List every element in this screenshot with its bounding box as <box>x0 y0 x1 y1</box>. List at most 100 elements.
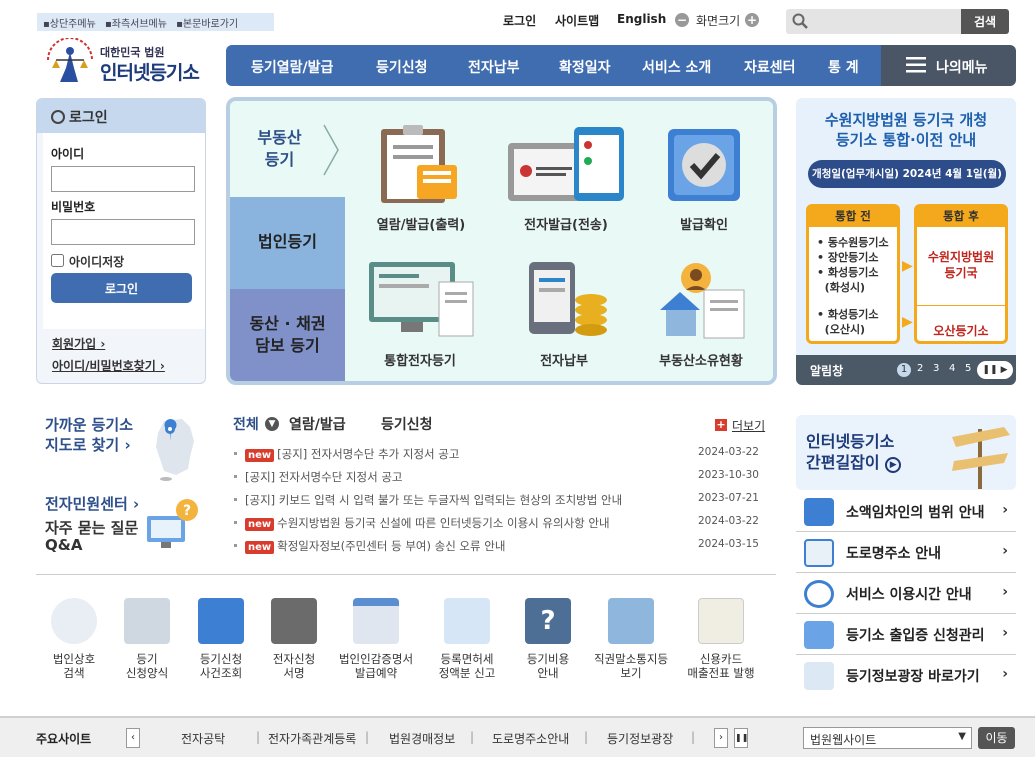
search-button[interactable]: 검색 <box>961 9 1009 34</box>
view-issue-item[interactable] <box>377 125 461 207</box>
notice-row[interactable]: [공지] 키보드 입력 시 입력 불가 또는 두글자씩 입력되는 현상의 조치방… <box>234 492 759 510</box>
id-input[interactable] <box>51 166 195 192</box>
tab-corporate-label: 법인등기 <box>258 232 317 251</box>
skip-link-content[interactable]: ▪본문바로가기 <box>176 19 241 30</box>
e-sign-item[interactable]: 전자신청 서명 <box>259 598 329 680</box>
nav-item-service-intro[interactable]: 서비스 소개 <box>642 57 711 77</box>
nav-item-resource[interactable]: 자료센터 <box>744 57 796 77</box>
service-hours-link[interactable]: 서비스 이용시간 안내 › <box>796 574 1016 614</box>
zoom-out-icon[interactable]: − <box>675 13 689 27</box>
e-issue-label[interactable]: 전자발급(전송) <box>506 214 626 233</box>
nav-item-register-apply[interactable]: 등기신청 <box>376 57 428 77</box>
seal-cert-reserve-item[interactable]: 법인인감증명서 발급예약 <box>332 598 420 680</box>
notice-row[interactable]: new 확정일자정보(주민센터 등 부여) 송신 오류 안내 2024-03-15 <box>234 538 759 556</box>
arrow-circle-icon: ▶ <box>885 457 902 473</box>
easy-guide-banner[interactable]: 인터넷등기소 간편길잡이 ▶ <box>796 415 1016 490</box>
banner-page-3[interactable]: 3 <box>933 363 939 374</box>
tab-real-estate[interactable]: 부동산 등기 <box>230 101 345 197</box>
banner-page-2[interactable]: 2 <box>917 363 923 374</box>
logo-title[interactable]: 인터넷등기소 <box>100 58 200 85</box>
register-fee-item[interactable]: ? 등기비용 안내 <box>513 598 583 680</box>
signpost-icon <box>952 427 1010 489</box>
e-payment-label[interactable]: 전자납부 <box>509 350 619 369</box>
icon-label-7: 직권말소통지등 보기 <box>593 652 669 680</box>
arrow-right-icon: ▶ <box>902 258 913 274</box>
my-menu-button[interactable]: 나의메뉴 <box>881 45 1016 86</box>
issue-verify-item[interactable] <box>666 125 742 207</box>
tab-corporate[interactable]: 법인등기 <box>230 197 345 289</box>
document-icon <box>444 598 490 644</box>
e-payment-item[interactable] <box>527 260 611 340</box>
view-issue-label[interactable]: 열람/발급(출력) <box>366 214 476 233</box>
prev-icon[interactable]: ‹ <box>126 728 140 748</box>
clipboard-icon <box>381 125 457 203</box>
join-link[interactable]: 회원가입 › <box>52 335 105 352</box>
site-select[interactable]: 법원웹사이트 ▼ <box>803 727 972 749</box>
register-form-item[interactable]: 등기 신청양식 <box>112 598 182 680</box>
footer-site-deposit[interactable]: 전자공탁 <box>181 730 225 747</box>
find-account-link[interactable]: 아이디/비밀번호찾기 › <box>52 357 165 374</box>
login-button[interactable]: 로그인 <box>51 273 192 303</box>
map-finder-link[interactable]: 가까운 등기소 지도로 찾기 › <box>45 415 133 455</box>
save-id-checkbox[interactable] <box>51 254 64 267</box>
pause-icon[interactable]: ❚❚ <box>734 728 748 748</box>
next-icon[interactable]: ▶ <box>1001 365 1008 375</box>
more-link[interactable]: 더보기 <box>732 417 765 434</box>
faq-link[interactable]: 자주 묻는 질문 Q&A <box>45 520 138 554</box>
nav-item-fixed-date[interactable]: 확정일자 <box>559 57 611 77</box>
footer-site-family[interactable]: 전자가족관계등록 <box>268 730 356 747</box>
footer-site-plaza[interactable]: 등기정보광장 <box>607 730 673 747</box>
cancel-notice-item[interactable]: 직권말소통지등 보기 <box>586 598 676 680</box>
login-title: 로그인 <box>69 110 108 126</box>
license-tax-item[interactable]: 등록면허세 정액분 신고 <box>432 598 502 680</box>
notice-row[interactable]: new 수원지방법원 등기국 신설에 따른 인터넷등기소 이용시 유의사항 안내 2… <box>234 515 759 533</box>
small-tenant-link[interactable]: 소액임차인의 범위 안내 › <box>796 492 1016 532</box>
next-icon[interactable]: › <box>714 728 728 748</box>
plus-icon: + <box>715 418 727 431</box>
footer-site-road[interactable]: 도로명주소안내 <box>492 730 569 747</box>
notice-tab-view[interactable]: 열람/발급 <box>289 414 346 434</box>
sitemap-link[interactable]: 사이트맵 <box>555 12 599 29</box>
register-plaza-link[interactable]: 등기정보광장 바로가기 › <box>796 656 1016 696</box>
login-form: 아이디 비밀번호 아이디저장 로그인 <box>43 133 205 329</box>
banner-page-4[interactable]: 4 <box>949 363 955 374</box>
integrated-e-register-label[interactable]: 통합전자등기 <box>360 350 480 369</box>
notice-tab-apply[interactable]: 등기신청 <box>381 414 433 434</box>
zoom-in-icon[interactable]: + <box>745 13 759 27</box>
password-input[interactable] <box>51 219 195 245</box>
nav-item-e-payment[interactable]: 전자납부 <box>468 57 520 77</box>
notice-tab-all[interactable]: 전체 <box>233 414 259 434</box>
integrated-e-register-item[interactable] <box>367 260 475 340</box>
road-address-link[interactable]: 도로명주소 안내 › <box>796 533 1016 573</box>
nav-item-register-view[interactable]: 등기열람/발급 <box>251 57 333 77</box>
tab-movable-collateral[interactable]: 동산 · 채권 담보 등기 <box>230 289 345 381</box>
issue-verify-label[interactable]: 발급확인 <box>654 214 754 233</box>
go-button[interactable]: 이동 <box>978 727 1015 749</box>
nav-item-stats[interactable]: 통 계 <box>828 57 859 77</box>
civil-center-link[interactable]: 전자민원센터 › <box>45 494 139 514</box>
banner-page-5[interactable]: 5 <box>965 363 971 374</box>
login-link[interactable]: 로그인 <box>503 12 536 29</box>
e-issue-item[interactable] <box>506 125 626 207</box>
skip-link-top-menu[interactable]: ▪상단주메뉴 <box>43 19 99 30</box>
skip-links: ▪상단주메뉴 ▪좌측서브메뉴 ▪본문바로가기 <box>37 13 274 31</box>
banner-page-1[interactable]: 1 <box>897 363 911 377</box>
notice-row[interactable]: [공지] 전자서명수단 지정서 공고 2023-10-30 <box>234 469 759 487</box>
pause-icon[interactable]: ❚❚ <box>982 365 997 375</box>
banner-footer: 알림창 1 2 3 4 5 ❚❚ ▶ <box>796 355 1016 385</box>
form-document-icon <box>124 598 170 644</box>
search-input[interactable] <box>786 9 961 34</box>
notice-banner[interactable]: 수원지방법원 등기국 개청 등기소 통합·이전 안내 개청일(업무개시일) 202… <box>796 98 1016 385</box>
real-estate-ownership-item[interactable] <box>658 260 748 340</box>
skip-link-side-menu[interactable]: ▪좌측서브메뉴 <box>105 19 170 30</box>
access-pass-link[interactable]: 등기소 출입증 신청관리 › <box>796 615 1016 655</box>
hamburger-icon <box>906 57 926 73</box>
corp-name-search-item[interactable]: 법인상호 검색 <box>39 598 109 680</box>
card-receipt-item[interactable]: 신용카드 매출전표 발행 <box>680 598 762 680</box>
english-link[interactable]: English <box>617 12 666 26</box>
case-inquiry-item[interactable]: 등기신청 사건조회 <box>186 598 256 680</box>
power-icon <box>51 110 65 124</box>
real-estate-ownership-label[interactable]: 부동산소유현황 <box>636 350 766 369</box>
footer-site-auction[interactable]: 법원경매정보 <box>389 730 455 747</box>
notice-row[interactable]: new [공지] 전자서명수단 추가 지정서 공고 2024-03-22 <box>234 446 759 464</box>
